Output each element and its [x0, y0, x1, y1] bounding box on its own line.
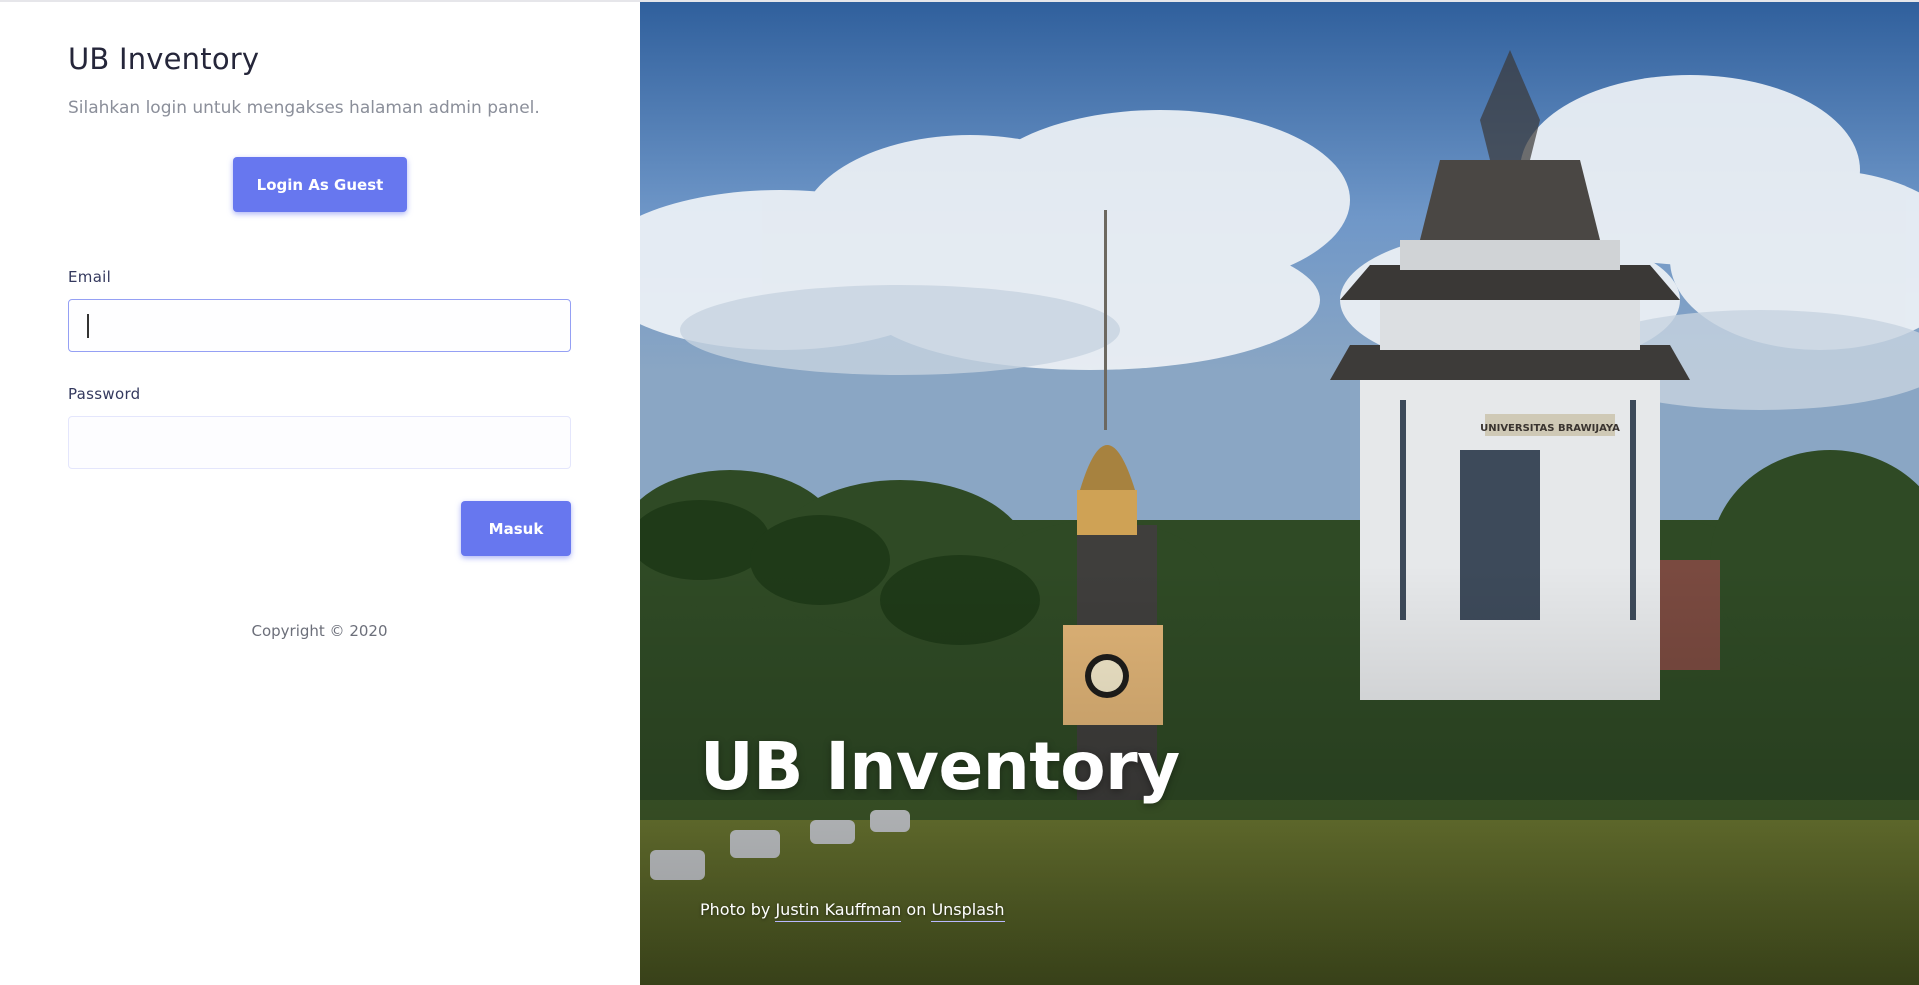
credit-site-link[interactable]: Unsplash	[931, 900, 1005, 922]
email-field[interactable]	[68, 299, 571, 352]
submit-row: Masuk	[68, 501, 571, 556]
masuk-button[interactable]: Masuk	[461, 501, 571, 556]
password-label: Password	[68, 385, 141, 403]
hero-image: UNIVERSITAS BRAWIJAYA UB Inventory Photo…	[640, 0, 1919, 985]
text-caret	[87, 313, 89, 338]
building-sign: UNIVERSITAS BRAWIJAYA	[1480, 423, 1620, 434]
hero-title: UB Inventory	[700, 728, 1180, 805]
credit-middle: on	[906, 900, 927, 919]
login-subtitle: Silahkan login untuk mengakses halaman a…	[68, 98, 540, 118]
credit-author-link[interactable]: Justin Kauffman	[775, 900, 902, 922]
copyright-text: Copyright © 2020	[251, 622, 388, 640]
email-label: Email	[68, 268, 112, 286]
login-as-guest-button[interactable]: Login As Guest	[233, 157, 407, 212]
guest-login-row: Login As Guest	[68, 157, 572, 212]
top-border	[0, 0, 1919, 2]
login-page: UB Inventory Silahkan login untuk mengak…	[0, 0, 1919, 985]
email-group: Email	[68, 268, 572, 352]
password-field[interactable]	[68, 416, 571, 469]
photo-credit: Photo by Justin Kauffman on Unsplash	[700, 900, 1005, 922]
credit-prefix: Photo by	[700, 900, 771, 919]
app-title: UB Inventory	[68, 42, 260, 76]
login-panel: UB Inventory Silahkan login untuk mengak…	[0, 0, 640, 985]
password-group: Password	[68, 385, 572, 469]
